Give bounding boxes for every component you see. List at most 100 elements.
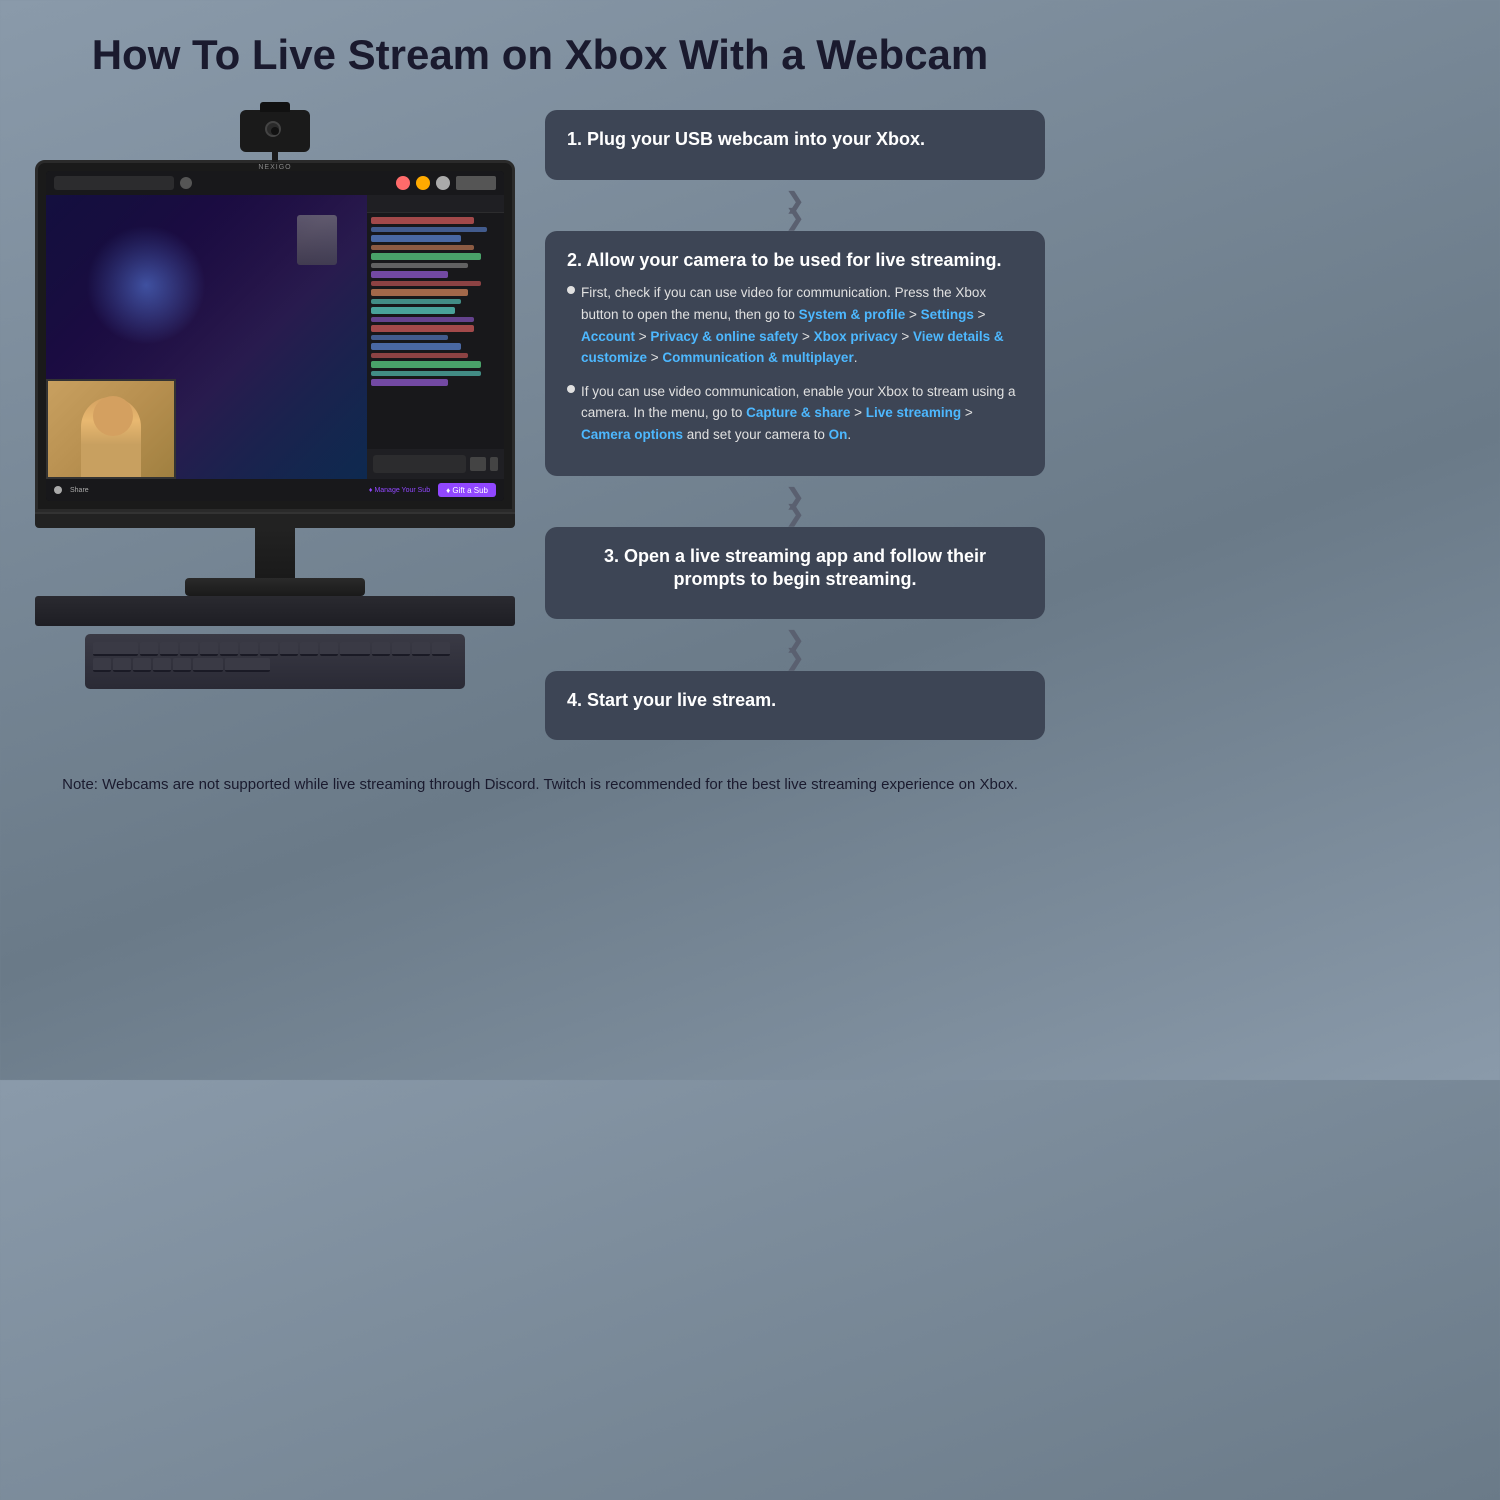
chat-line xyxy=(371,217,475,224)
step-4-card: 4. Start your live stream. xyxy=(545,671,1045,740)
chat-line xyxy=(371,235,462,242)
share-label: Share xyxy=(70,487,89,494)
desk-surface xyxy=(35,596,515,626)
key xyxy=(220,642,238,656)
topbar-dot-orange xyxy=(416,176,430,190)
chat-line xyxy=(371,379,449,386)
bullet-dot-1 xyxy=(567,286,575,294)
link-system-profile: System & profile xyxy=(799,307,906,322)
step-2-bullet-1: First, check if you can use video for co… xyxy=(567,282,1023,368)
webcam-base xyxy=(272,152,278,162)
chat-line xyxy=(371,299,462,304)
chat-line xyxy=(371,361,481,368)
topbar-icons xyxy=(396,176,496,190)
chat-line xyxy=(371,307,455,314)
key xyxy=(180,642,198,656)
link-on: On xyxy=(829,427,848,442)
screen-topbar xyxy=(46,171,504,195)
link-comm-multiplayer: Communication & multiplayer xyxy=(662,350,853,365)
topbar-user xyxy=(456,176,496,190)
main-title: How To Live Stream on Xbox With a Webcam xyxy=(35,30,1045,80)
chat-line xyxy=(371,281,481,286)
note-section: Note: Webcams are not supported while li… xyxy=(35,773,1045,797)
webcam-lens xyxy=(265,121,281,137)
share-icon xyxy=(54,486,62,494)
link-capture-share: Capture & share xyxy=(746,405,850,420)
webcam-body xyxy=(240,110,310,152)
monitor-stand-base xyxy=(185,578,365,596)
search-icon-fake xyxy=(180,177,192,189)
link-camera-options: Camera options xyxy=(581,427,683,442)
key xyxy=(113,658,131,672)
chat-messages xyxy=(367,213,504,449)
chevron-icon-2: ❯ xyxy=(786,209,804,227)
chat-header xyxy=(367,195,504,213)
chat-input xyxy=(373,455,466,473)
step-4-title: 4. Start your live stream. xyxy=(567,689,1023,712)
key xyxy=(320,642,338,656)
step-2-bullet-2-text: If you can use video communication, enab… xyxy=(581,381,1023,446)
key xyxy=(260,642,278,656)
monitor-neck xyxy=(255,528,295,578)
link-xbox-privacy: Xbox privacy xyxy=(814,329,898,344)
screen-bottom-bar: Share ♦ Manage Your Sub ♦ Gift a Sub xyxy=(46,479,504,501)
streamer-cam xyxy=(46,379,176,479)
chat-line xyxy=(371,353,468,358)
chat-line xyxy=(371,289,468,296)
step-3-card: 3. Open a live streaming app and follow … xyxy=(545,527,1045,620)
key xyxy=(93,642,138,656)
chat-panel xyxy=(367,195,504,479)
step-2-card: 2. Allow your camera to be used for live… xyxy=(545,231,1045,476)
arrow-2: ❯ ❯ xyxy=(545,488,1045,523)
left-panel: NEXIGO xyxy=(35,110,515,689)
chat-line xyxy=(371,335,449,340)
chat-line xyxy=(371,253,481,260)
key xyxy=(280,642,298,656)
key xyxy=(200,642,218,656)
webcam-label: NEXIGO xyxy=(235,164,315,171)
key xyxy=(392,642,410,656)
webcam: NEXIGO xyxy=(235,110,315,165)
key xyxy=(173,658,191,672)
step-1-title: 1. Plug your USB webcam into your Xbox. xyxy=(567,128,1023,151)
key xyxy=(225,658,270,672)
key xyxy=(140,642,158,656)
link-privacy: Privacy & online safety xyxy=(650,329,798,344)
right-panel: 1. Plug your USB webcam into your Xbox. … xyxy=(545,110,1045,748)
step-2-bullet-1-text: First, check if you can use video for co… xyxy=(581,282,1023,368)
game-view xyxy=(46,195,367,479)
search-bar-fake xyxy=(54,176,174,190)
arrow-1: ❯ ❯ xyxy=(545,192,1045,227)
chat-line xyxy=(371,271,449,278)
key xyxy=(133,658,151,672)
bullet-dot-2 xyxy=(567,385,575,393)
key xyxy=(300,642,318,656)
note-text: Note: Webcams are not supported while li… xyxy=(55,773,1025,797)
chat-bottom xyxy=(367,449,504,479)
key xyxy=(193,658,223,672)
screen-left: Share ♦ Manage Your Sub ♦ Gift a Sub xyxy=(46,171,504,501)
key xyxy=(153,658,171,672)
key xyxy=(160,642,178,656)
chevron-icon-6: ❯ xyxy=(786,649,804,667)
monitor-frame: Share ♦ Manage Your Sub ♦ Gift a Sub xyxy=(35,160,515,512)
chat-more xyxy=(490,457,498,471)
key xyxy=(412,642,430,656)
monitor-screen: Share ♦ Manage Your Sub ♦ Gift a Sub xyxy=(46,171,504,501)
step-3-title: 3. Open a live streaming app and follow … xyxy=(567,545,1023,592)
manage-sub: ♦ Manage Your Sub xyxy=(369,487,430,494)
webcam-lens-inner xyxy=(271,127,279,135)
chat-icon xyxy=(470,457,486,471)
key xyxy=(372,642,390,656)
topbar-dot-red xyxy=(396,176,410,190)
chat-line xyxy=(371,245,475,250)
monitor-chin xyxy=(35,512,515,528)
arrow-3: ❯ ❯ xyxy=(545,631,1045,666)
screen-main xyxy=(46,195,504,479)
keyboard xyxy=(85,634,465,689)
chat-line xyxy=(371,325,475,332)
key xyxy=(432,642,450,656)
gift-btn[interactable]: ♦ Gift a Sub xyxy=(438,483,496,497)
monitor: Share ♦ Manage Your Sub ♦ Gift a Sub xyxy=(35,160,515,596)
key xyxy=(93,658,111,672)
